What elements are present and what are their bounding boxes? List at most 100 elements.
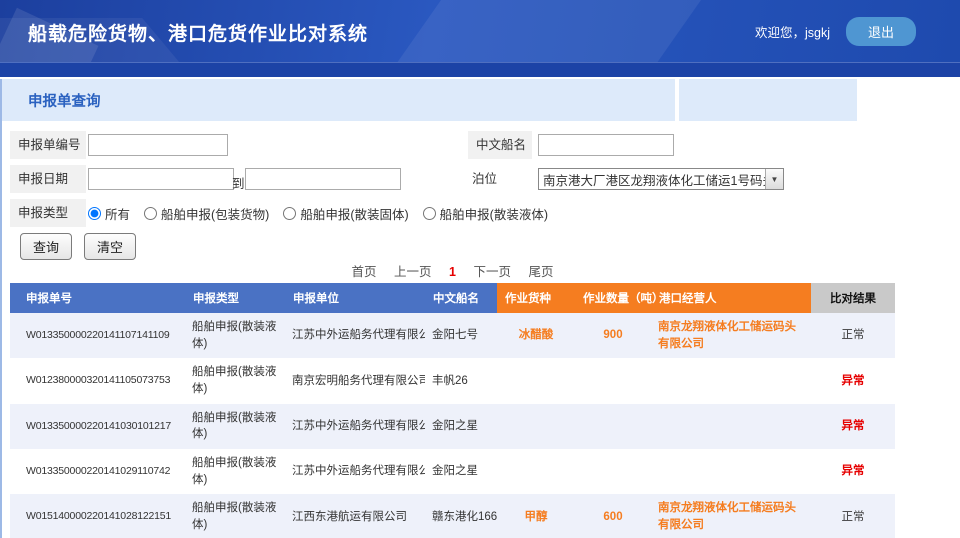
- cell-qty: 600: [575, 494, 651, 538]
- cell-cargo: [497, 449, 575, 494]
- cell-operator: 南京龙翔液体化工储运码头有限公司: [651, 494, 811, 538]
- radio-label: 船舶申报(散装液体): [440, 204, 548, 223]
- cell-qty: [575, 404, 651, 449]
- radio-input[interactable]: [88, 207, 101, 220]
- radio-input[interactable]: [283, 207, 296, 220]
- table-row: W012380000320141105073753船舶申报(散装液体)南京宏明船…: [10, 358, 895, 403]
- header-cargo-qty: 作业数量（吨）: [575, 283, 651, 313]
- date-to-input[interactable]: [245, 168, 401, 190]
- page: 船载危险货物、港口危货作业比对系统 欢迎您，jsgkj 退出 申报单查询 申报单…: [0, 0, 960, 538]
- cell-operator: [651, 404, 811, 449]
- cell-operator: [651, 358, 811, 403]
- page-last-link[interactable]: 尾页: [528, 265, 553, 279]
- cell-qty: 900: [575, 313, 651, 358]
- date-to-text: 到: [232, 173, 245, 192]
- welcome-text: 欢迎您，jsgkj: [755, 22, 830, 41]
- cell-cargo: 甲醇: [497, 494, 575, 538]
- app-header: 船载危险货物、港口危货作业比对系统 欢迎您，jsgkj 退出: [0, 0, 960, 62]
- table-row: W013350000220141107141109船舶申报(散装液体)江苏中外运…: [10, 313, 895, 358]
- header-declare-unit: 申报单位: [285, 283, 425, 313]
- cell-no: W012380000320141105073753: [10, 358, 185, 403]
- form-buttons: 查询 清空: [20, 233, 136, 260]
- berth-selected-value: 南京港大厂港区龙翔液体化工储运1号码头: [539, 170, 765, 189]
- header-user-area: 欢迎您，jsgkj 退出: [755, 17, 916, 46]
- radio-input[interactable]: [144, 207, 157, 220]
- table-row: W013350000220141029110742船舶申报(散装液体)江苏中外运…: [10, 449, 895, 494]
- cell-qty: [575, 449, 651, 494]
- result-table: 申报单号 申报类型 申报单位 中文船名 作业货种 作业数量（吨） 港口经营人 比…: [10, 283, 895, 538]
- section-bar-segment: [679, 79, 857, 121]
- cell-no: W013350000220141029110742: [10, 449, 185, 494]
- header-port-operator: 港口经营人: [651, 283, 811, 313]
- cell-no: W013350000220141030101217: [10, 404, 185, 449]
- cell-ship: 金阳之星: [425, 404, 497, 449]
- header-declaration-no: 申报单号: [10, 283, 185, 313]
- cell-cargo: [497, 358, 575, 403]
- cell-type: 船舶申报(散装液体): [185, 449, 285, 494]
- cell-agent: 南京宏明船务代理有限公司: [285, 358, 425, 403]
- content-area: 申报单查询 申报单编号 中文船名 申报日期 到 泊位 南京港大厂港区龙翔液体化工…: [0, 79, 960, 538]
- cell-result: 异常: [811, 404, 895, 449]
- cell-agent: 江苏中外运船务代理有限公司: [285, 449, 425, 494]
- table-header-row: 申报单号 申报类型 申报单位 中文船名 作业货种 作业数量（吨） 港口经营人 比…: [10, 283, 895, 313]
- header-cargo-type: 作业货种: [497, 283, 575, 313]
- header-ship-name: 中文船名: [425, 283, 497, 313]
- page-first-link[interactable]: 首页: [352, 265, 377, 279]
- page-current: 1: [449, 265, 456, 279]
- cell-ship: 丰帆26: [425, 358, 497, 403]
- cell-type: 船舶申报(散装液体): [185, 313, 285, 358]
- cell-cargo: 冰醋酸: [497, 313, 575, 358]
- cell-type: 船舶申报(散装液体): [185, 494, 285, 538]
- pagination-top: 首页 上一页 1 下一页 尾页: [10, 261, 895, 280]
- cell-cargo: [497, 404, 575, 449]
- radio-declare-type-2[interactable]: 船舶申报(散装固体): [283, 204, 408, 223]
- header-strip: [0, 62, 960, 77]
- logout-button[interactable]: 退出: [846, 17, 916, 46]
- radio-label: 船舶申报(包装货物): [161, 204, 269, 223]
- chevron-down-icon[interactable]: ▼: [765, 169, 783, 189]
- cell-operator: 南京龙翔液体化工储运码头有限公司: [651, 313, 811, 358]
- radio-declare-type-0[interactable]: 所有: [88, 204, 130, 223]
- cell-type: 船舶申报(散装液体): [185, 358, 285, 403]
- header-declare-type: 申报类型: [185, 283, 285, 313]
- cell-ship: 金阳之星: [425, 449, 497, 494]
- cell-result: 异常: [811, 358, 895, 403]
- section-bar: 申报单查询: [2, 79, 960, 121]
- header-compare-result: 比对结果: [811, 283, 895, 313]
- cell-agent: 江西东港航运有限公司: [285, 494, 425, 538]
- radio-label: 船舶申报(散装固体): [300, 204, 408, 223]
- cell-ship: 金阳七号: [425, 313, 497, 358]
- cell-result: 正常: [811, 494, 895, 538]
- section-bar-segment: 申报单查询: [2, 79, 675, 121]
- page-next-link[interactable]: 下一页: [473, 265, 511, 279]
- table-row: W013350000220141030101217船舶申报(散装液体)江苏中外运…: [10, 404, 895, 449]
- header-decoration: [378, 0, 722, 62]
- cell-type: 船舶申报(散装液体): [185, 404, 285, 449]
- declaration-no-label: 申报单编号: [10, 131, 86, 159]
- radio-input[interactable]: [423, 207, 436, 220]
- cell-ship: 赣东港化166: [425, 494, 497, 538]
- date-from-input[interactable]: [88, 168, 234, 190]
- ship-name-label: 中文船名: [468, 131, 532, 159]
- declaration-no-input[interactable]: [88, 134, 228, 156]
- radio-declare-type-1[interactable]: 船舶申报(包装货物): [144, 204, 269, 223]
- cell-no: W015140000220141028122151: [10, 494, 185, 538]
- declare-date-label: 申报日期: [10, 165, 86, 193]
- clear-button[interactable]: 清空: [84, 233, 136, 260]
- cell-no: W013350000220141107141109: [10, 313, 185, 358]
- declare-type-options: 所有 船舶申报(包装货物) 船舶申报(散装固体) 船舶申报(散装液体): [88, 199, 548, 227]
- ship-name-input[interactable]: [538, 134, 674, 156]
- cell-result: 正常: [811, 313, 895, 358]
- cell-agent: 江苏中外运船务代理有限公司: [285, 404, 425, 449]
- page-prev-link[interactable]: 上一页: [394, 265, 432, 279]
- radio-declare-type-3[interactable]: 船舶申报(散装液体): [423, 204, 548, 223]
- declare-type-label: 申报类型: [10, 199, 86, 227]
- app-title: 船载危险货物、港口危货作业比对系统: [28, 19, 368, 46]
- query-button[interactable]: 查询: [20, 233, 72, 260]
- query-form: 申报单编号 中文船名 申报日期 到 泊位 南京港大厂港区龙翔液体化工储运1号码头…: [2, 121, 960, 257]
- radio-label: 所有: [105, 204, 130, 223]
- cell-result: 异常: [811, 449, 895, 494]
- cell-operator: [651, 449, 811, 494]
- berth-select[interactable]: 南京港大厂港区龙翔液体化工储运1号码头 ▼: [538, 168, 784, 190]
- page-title: 申报单查询: [28, 90, 101, 111]
